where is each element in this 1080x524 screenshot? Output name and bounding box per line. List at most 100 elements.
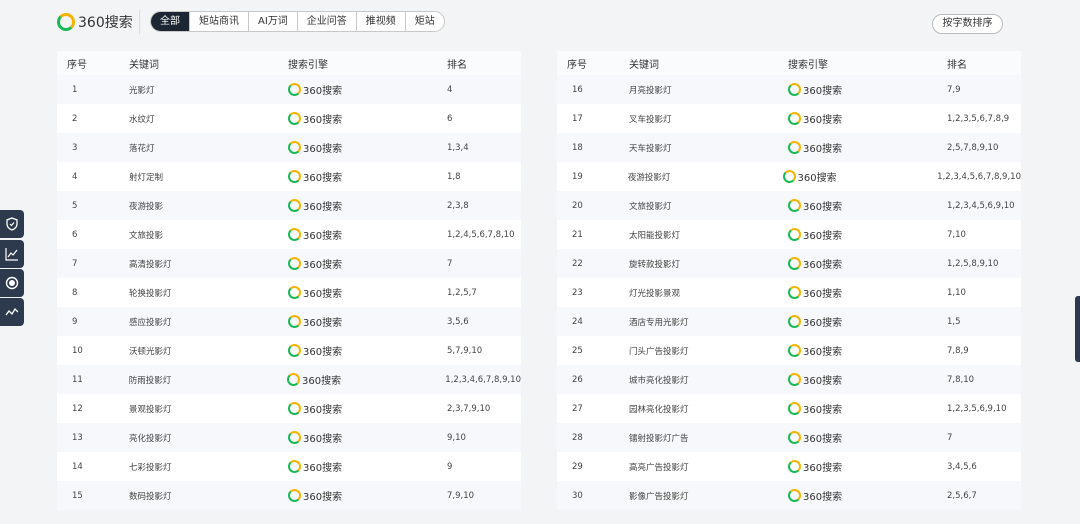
row-index: 7: [72, 258, 78, 269]
row-rank: 4: [447, 84, 453, 95]
row-rank: 1,3,4: [447, 142, 469, 153]
engine-label: 360搜索: [303, 405, 343, 416]
row-engine: 360搜索: [288, 140, 447, 155]
table-row: 10 沃顿光影灯 360搜索 5,7,9,10: [57, 336, 521, 365]
row-rank: 7: [447, 258, 453, 269]
row-engine: 360搜索: [288, 169, 447, 184]
row-engine: 360搜索: [788, 314, 947, 329]
row-index: 18: [572, 142, 583, 153]
row-keyword: 文旅投影灯: [629, 201, 672, 212]
engine-label: 360搜索: [803, 405, 843, 416]
col-keyword-header: 关键词: [629, 59, 659, 71]
row-engine: 360搜索: [782, 169, 938, 184]
engine-label: 360搜索: [803, 376, 843, 387]
row-rank: 7,10: [947, 229, 966, 240]
tab-4[interactable]: 推视频: [355, 12, 405, 31]
table-body: 16 月亮投影灯 360搜索 7,9 17 叉车投影灯 360搜索 1,2,3,5,6,7,8…: [557, 75, 1021, 510]
row-rank: 5,7,9,10: [447, 345, 483, 356]
row-keyword: 天车投影灯: [629, 143, 672, 154]
row-rank: 9,10: [447, 432, 466, 443]
engine-label: 360搜索: [303, 347, 343, 358]
row-keyword: 月亮投影灯: [629, 85, 672, 96]
table-row: 1 光影灯 360搜索 4: [57, 75, 521, 104]
row-engine: 360搜索: [288, 401, 447, 416]
row-engine: 360搜索: [288, 488, 447, 503]
row-keyword: 轮换投影灯: [129, 288, 172, 299]
tab-1[interactable]: 矩站商讯: [189, 12, 248, 31]
row-index: 6: [72, 229, 78, 240]
row-index: 12: [72, 403, 83, 414]
engine-label: 360搜索: [303, 434, 343, 445]
engine-360-icon: [788, 431, 801, 444]
engine-360-icon: [288, 199, 301, 212]
row-engine: 360搜索: [288, 82, 447, 97]
row-engine: 360搜索: [788, 256, 947, 271]
tab-2[interactable]: AI万词: [248, 12, 297, 31]
engine-360-icon: [788, 286, 801, 299]
row-rank: 1,2,4,5,6,7,8,10: [447, 229, 515, 240]
engine-360-icon: [788, 83, 801, 96]
tab-0[interactable]: 全部: [151, 12, 189, 31]
divider: [139, 10, 140, 34]
row-index: 13: [72, 432, 83, 443]
row-keyword: 高清投影灯: [129, 259, 172, 270]
engine-360-icon: [288, 112, 301, 125]
row-index: 9: [72, 316, 78, 327]
side-shield-button[interactable]: [0, 210, 24, 238]
row-rank: 7,9: [947, 84, 961, 95]
row-rank: 1,5: [947, 316, 961, 327]
row-engine: 360搜索: [287, 372, 445, 387]
engine-label: 360搜索: [803, 86, 843, 97]
row-rank: 2,5,6,7: [947, 490, 977, 501]
logo[interactable]: 360搜索: [57, 12, 133, 32]
row-keyword: 防雨投影灯: [128, 375, 172, 386]
row-index: 19: [572, 171, 583, 182]
row-engine: 360搜索: [288, 256, 447, 271]
engine-360-icon: [288, 170, 301, 183]
row-index: 21: [572, 229, 583, 240]
side-chart-button[interactable]: [0, 240, 24, 268]
engine-360-icon: [288, 141, 301, 154]
row-index: 4: [72, 171, 78, 182]
engine-label: 360搜索: [803, 260, 843, 271]
shield-icon: [6, 217, 18, 231]
row-rank: 1,2,5,8,9,10: [947, 258, 999, 269]
engine-label: 360搜索: [303, 144, 343, 155]
table-row: 15 数码投影灯 360搜索 7,9,10: [57, 481, 521, 510]
row-rank: 9: [447, 461, 453, 472]
engine-label: 360搜索: [803, 202, 843, 213]
table-row: 30 影像广告投影灯 360搜索 2,5,6,7: [557, 481, 1021, 510]
tab-5[interactable]: 矩站: [404, 12, 444, 31]
row-index: 17: [572, 113, 583, 124]
engine-360-icon: [288, 315, 301, 328]
side-trend-button[interactable]: [0, 298, 24, 326]
table-row: 6 文旅投影 360搜索 1,2,4,5,6,7,8,10: [57, 220, 521, 249]
table-row: 20 文旅投影灯 360搜索 1,2,3,4,5,6,9,10: [557, 191, 1021, 220]
row-rank: 2,5,7,8,9,10: [947, 142, 999, 153]
tab-3[interactable]: 企业问答: [296, 12, 356, 31]
right-panel-handle[interactable]: [1075, 296, 1080, 362]
table-row: 9 感应投影灯 360搜索 3,5,6: [57, 307, 521, 336]
row-keyword: 文旅投影: [129, 230, 164, 241]
table-row: 25 门头广告投影灯 360搜索 7,8,9: [557, 336, 1021, 365]
table-row: 18 天车投影灯 360搜索 2,5,7,8,9,10: [557, 133, 1021, 162]
engine-label: 360搜索: [303, 260, 343, 271]
side-target-button[interactable]: [0, 269, 24, 297]
table-row: 14 七彩投影灯 360搜索 9: [57, 452, 521, 481]
row-keyword: 城市亮化投影灯: [629, 375, 689, 386]
table-row: 29 高亮广告投影灯 360搜索 3,4,5,6: [557, 452, 1021, 481]
row-keyword: 景观投影灯: [129, 404, 172, 415]
row-index: 10: [72, 345, 83, 356]
engine-360-icon: [288, 257, 301, 270]
engine-360-icon: [788, 199, 801, 212]
table-row: 3 落花灯 360搜索 1,3,4: [57, 133, 521, 162]
engine-label: 360搜索: [803, 492, 843, 503]
engine-label: 360搜索: [803, 289, 843, 300]
row-index: 23: [572, 287, 583, 298]
col-rank-header: 排名: [947, 59, 967, 71]
sort-by-length-button[interactable]: 按字数排序: [932, 14, 1003, 34]
col-engine-header: 搜索引擎: [288, 59, 328, 71]
row-keyword: 射灯定制: [129, 172, 164, 183]
row-engine: 360搜索: [288, 343, 447, 358]
row-engine: 360搜索: [288, 111, 447, 126]
